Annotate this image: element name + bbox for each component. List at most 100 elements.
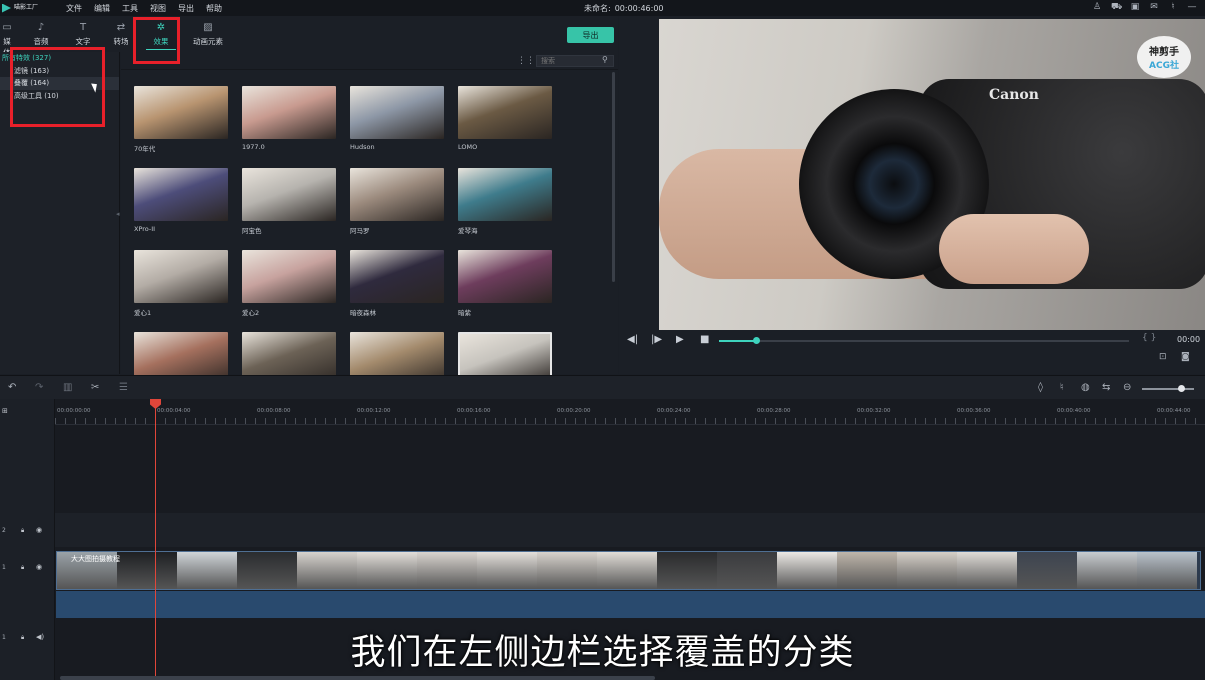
effect-thumbnail[interactable] [458,250,552,303]
ruler-label: 00:00:12:00 [357,408,391,414]
menu-item-2[interactable]: 工具 [116,3,144,14]
audio-waveform-lane[interactable] [56,591,1205,618]
ruler-label: 00:00:08:00 [257,408,291,414]
image-icon: ▨ [203,22,213,33]
player-timecode: 00:00 [1177,335,1201,344]
progress-fill [719,340,756,342]
undo-icon[interactable]: ↶ [8,382,16,393]
step-play-icon[interactable]: |▶ [651,334,662,345]
menu-item-3[interactable]: 视图 [144,3,172,14]
library-scrollbar[interactable] [612,72,615,282]
effect-label: 阿马罗 [350,227,370,235]
effect-label: 阿宝色 [242,227,262,235]
tab-label: 转场 [113,37,129,46]
preview-panel: Canon 神剪手 ACG社 ◀| |▶ ▶ ■ { } 00:00 ⊡ ◙ [619,16,1205,374]
effect-thumbnail[interactable] [242,86,336,139]
main-menu: 文件 编辑 工具 视图 导出 帮助 [60,3,228,14]
effect-thumbnail[interactable] [458,168,552,221]
previous-frame-icon[interactable]: ◀| [627,334,638,345]
cut-icon[interactable]: ✂ [91,382,99,393]
effect-thumbnail[interactable] [134,168,228,221]
video-subtitle: 我们在左侧边栏选择覆盖的分类 [350,633,855,673]
cart-icon[interactable]: ⛟ [1111,2,1122,13]
clip-frame [417,552,477,589]
effect-thumbnail[interactable] [242,168,336,221]
logo-icon [2,3,11,13]
snapshot-icon[interactable]: ◙ [1181,352,1190,362]
mail-icon[interactable]: ✉ [1149,2,1159,13]
transition-icon: ⇄ [116,22,126,33]
playback-progress[interactable] [719,337,1129,344]
marker-icon[interactable]: ◊ [1038,382,1043,393]
lock-icon[interactable]: 🔒︎ [21,527,24,535]
ruler-label: 00:00:20:00 [557,408,591,414]
effect-thumbnail[interactable] [350,250,444,303]
effect-thumbnail[interactable] [242,250,336,303]
watermark-line-1: 神剪手 [1149,47,1179,58]
clip-frame [897,552,957,589]
effect-thumbnail[interactable] [134,250,228,303]
menu-item-1[interactable]: 编辑 [88,3,116,14]
highlight-sidebar-box [10,47,105,127]
effect-thumbnail[interactable] [350,168,444,221]
zoom-out-icon[interactable]: ⊖ [1123,382,1131,393]
effect-thumbnail[interactable] [350,86,444,139]
redo-icon[interactable]: ↷ [35,382,43,393]
progress-handle[interactable] [752,337,760,344]
minimize-icon[interactable]: — [1187,2,1197,13]
effect-thumbnail[interactable] [458,86,552,139]
grid-view-icon[interactable]: ⋮⋮ [517,56,535,66]
library-search-row: ⋮⋮ ⚲ [121,52,618,70]
top-icons: ♙ ⛟ ▣ ✉ ♮ — [1092,2,1197,13]
search-icon[interactable]: ⚲ [602,55,608,64]
voiceover-icon[interactable]: ♮ [1060,382,1064,393]
clip-frame [477,552,537,589]
app-logo: 喵影工厂 [2,3,54,13]
clip-frame [537,552,597,589]
add-track-icon[interactable]: ⊞ [2,407,8,415]
save-icon[interactable]: ▣ [1130,2,1140,13]
render-icon[interactable]: ⇆ [1102,382,1110,393]
menu-item-5[interactable]: 帮助 [200,3,228,14]
preview-video: Canon 神剪手 ACG社 [659,19,1205,330]
ruler-label: 00:00:32:00 [857,408,891,414]
effect-label: 暗紫 [458,309,471,317]
eye-icon[interactable]: ◉ [36,563,42,571]
menu-item-4[interactable]: 导出 [172,3,200,14]
delete-icon[interactable]: ▥ [63,382,72,393]
user-icon[interactable]: ♙ [1092,2,1102,13]
track-lane-video-2[interactable] [55,513,1205,547]
adjust-icon[interactable]: ☰ [119,382,128,393]
stop-icon[interactable]: ■ [700,334,709,345]
folder-icon: ▭ [2,22,12,33]
effect-thumbnail[interactable] [134,86,228,139]
timeline-zoom-handle[interactable] [1178,385,1185,392]
microphone-icon[interactable]: ♮ [1168,2,1178,13]
tab-label: 文字 [75,37,91,46]
effect-label: LOMO [458,143,478,151]
ruler-label: 00:00:28:00 [757,408,791,414]
timeline-horizontal-scrollbar[interactable] [60,676,655,680]
play-icon[interactable]: ▶ [676,334,684,345]
audio-mixer-icon[interactable]: ◍ [1081,382,1090,393]
eye-icon[interactable]: ◉ [36,526,42,534]
collapse-sidebar-icon[interactable]: ◂ [116,210,120,218]
effect-label: 爱琴海 [458,227,478,235]
ruler-label: 00:00:16:00 [457,408,491,414]
tab-3[interactable]: ⇄ 转场 [106,16,136,52]
effect-label: 1977.0 [242,143,265,151]
tab-5[interactable]: ▨ 动画元素 [184,16,232,52]
timeline-zoom-slider[interactable] [1142,385,1194,392]
display-settings-icon[interactable]: ⊡ [1159,352,1167,362]
menu-item-0[interactable]: 文件 [60,3,88,14]
mark-in-out-icon[interactable]: { } [1142,333,1156,343]
export-button[interactable]: 导出 [567,27,614,43]
video-clip[interactable]: 大大图拍摄教程 [56,551,1201,590]
effect-label: Hudson [350,143,375,151]
time-ruler[interactable]: 00:00:00:00 00:00:04:00 00:00:08:00 00:00:1… [55,399,1205,425]
clip-frame [1017,552,1077,589]
music-icon: ♪ [37,22,45,33]
track-number: 1 [2,564,6,571]
ruler-label: 00:00:44:00 [1157,408,1191,414]
lock-icon[interactable]: 🔒︎ [21,564,24,572]
